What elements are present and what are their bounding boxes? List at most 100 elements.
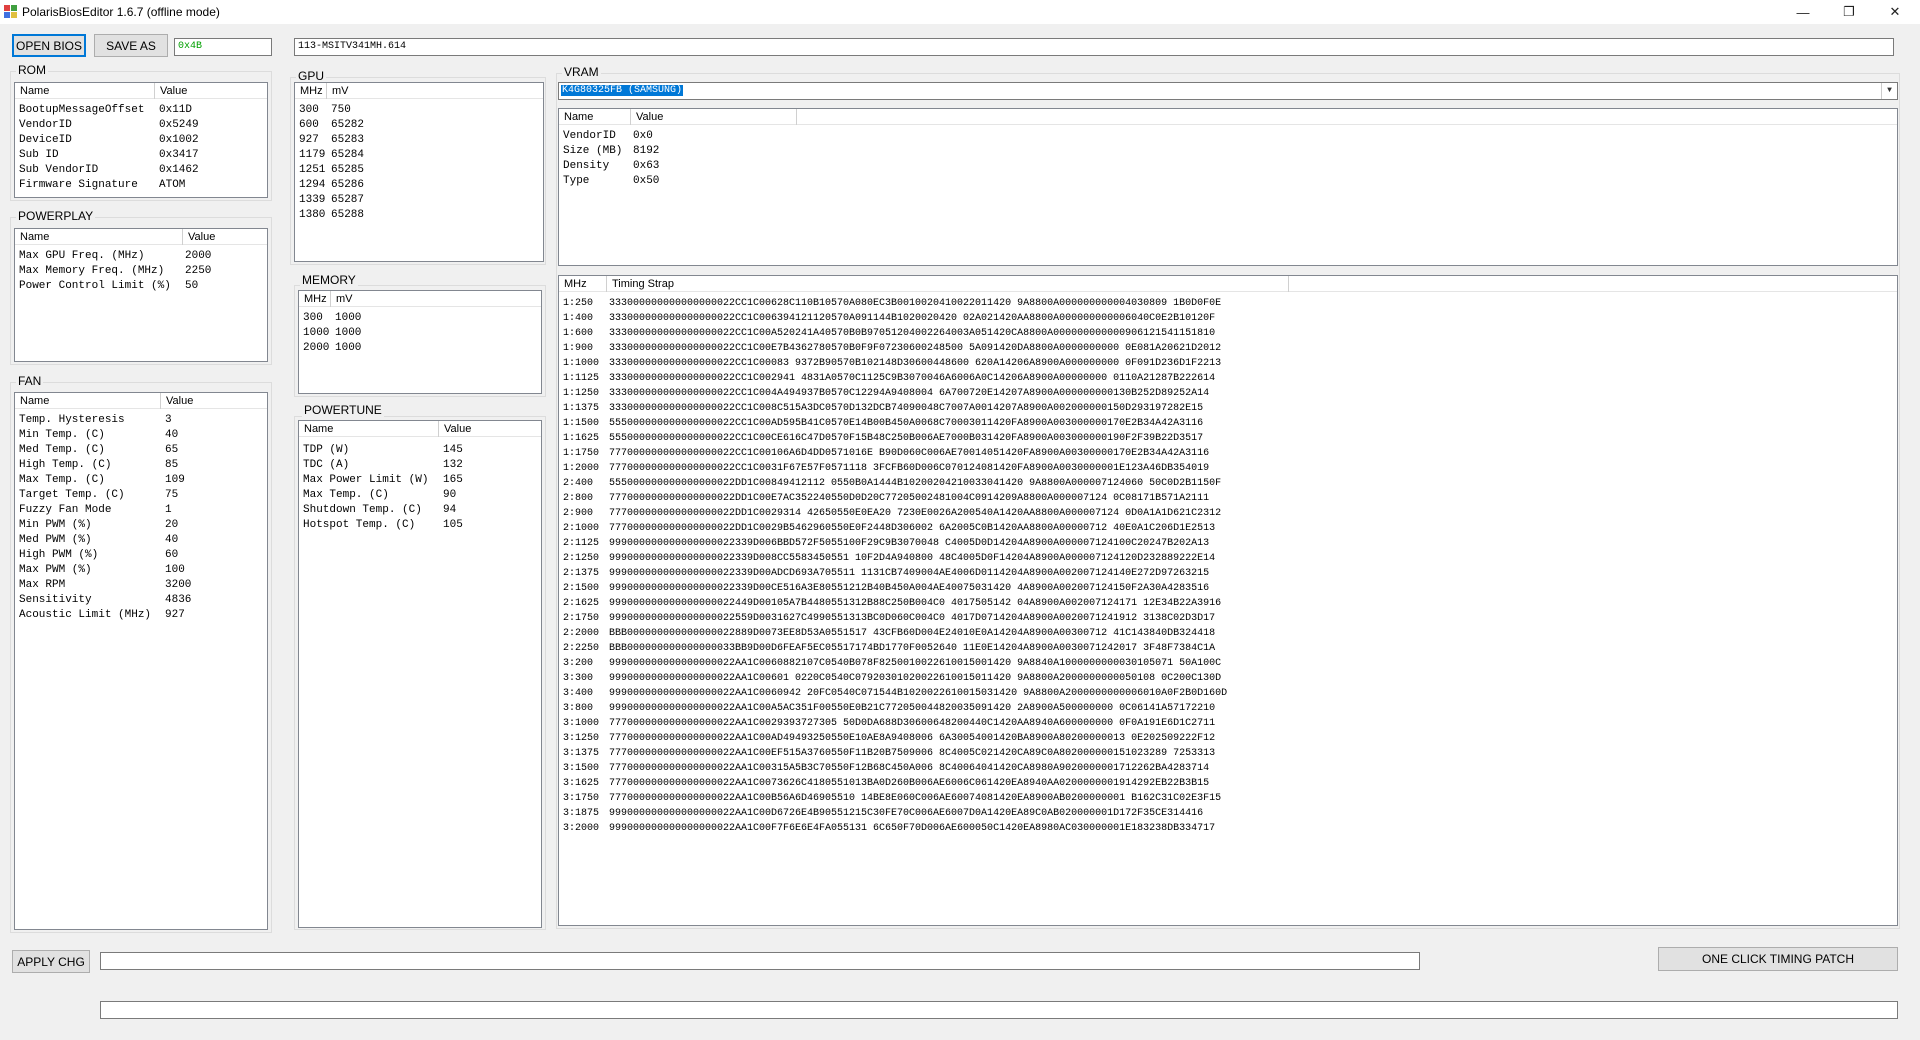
timing-row[interactable]: 3:1375 777000000000000000022AA1C00EF515A3…	[559, 746, 1897, 761]
timing-row[interactable]: 3:200 999000000000000000022AA1C0060882107…	[559, 656, 1897, 671]
timing-row[interactable]: 1:1625 555000000000000000022CC1C00CE616C4…	[559, 431, 1897, 446]
status-field[interactable]	[100, 952, 1420, 970]
timing-row[interactable]: 2:2000 BBB000000000000000022889D0073EE8D5…	[559, 626, 1897, 641]
rom-row[interactable]: Sub ID 0x3417	[15, 148, 267, 163]
rom-row[interactable]: BootupMessageOffset 0x11D	[15, 103, 267, 118]
checksum-field[interactable]: 0x4B	[174, 38, 272, 56]
gpu-col-mv[interactable]: mV	[327, 83, 543, 99]
timing-row[interactable]: 3:1250 777000000000000000022AA1C00AD49493…	[559, 731, 1897, 746]
powertune-row[interactable]: Shutdown Temp. (C) 94	[299, 503, 541, 518]
powerplay-col-name[interactable]: Name	[15, 229, 183, 245]
timing-row[interactable]: 1:1250 333000000000000000022CC1C004A49493…	[559, 386, 1897, 401]
fan-row[interactable]: Max RPM 3200	[15, 578, 267, 593]
vram-row[interactable]: VendorID 0x0	[559, 129, 1897, 144]
gpu-row[interactable]: 1294 65286	[295, 178, 543, 193]
timing-row[interactable]: 3:1750 777000000000000000022AA1C00B56A6D4…	[559, 791, 1897, 806]
fan-list[interactable]: Name Value Temp. Hysteresis 3 Min Temp. (C…	[14, 392, 268, 930]
fan-row[interactable]: Sensitivity 4836	[15, 593, 267, 608]
fan-row[interactable]: Min PWM (%) 20	[15, 518, 267, 533]
timing-row[interactable]: 1:1500 555000000000000000022CC1C00AD595B4…	[559, 416, 1897, 431]
timing-row[interactable]: 2:1250 999000000000000000022339D008CC5583…	[559, 551, 1897, 566]
gpu-row[interactable]: 1179 65284	[295, 148, 543, 163]
timing-row[interactable]: 1:400 333000000000000000022CC1C0063941211…	[559, 311, 1897, 326]
fan-row[interactable]: Med Temp. (C) 65	[15, 443, 267, 458]
timing-row[interactable]: 3:1500 777000000000000000022AA1C00315A5B3…	[559, 761, 1897, 776]
restore-button[interactable]: ❐	[1826, 0, 1872, 24]
powertune-list[interactable]: Name Value TDP (W) 145 TDC (A) 132 Max Power…	[298, 420, 542, 928]
gpu-list[interactable]: MHz mV 300 750 600 65282 927 65283 1179 65284 12…	[294, 82, 544, 262]
rom-col-value[interactable]: Value	[155, 83, 267, 99]
memory-row[interactable]: 1000 1000	[299, 326, 541, 341]
timing-row[interactable]: 2:1750 999000000000000000022559D0031627C4…	[559, 611, 1897, 626]
powertune-row[interactable]: TDC (A) 132	[299, 458, 541, 473]
one-click-timing-patch-button[interactable]: ONE CLICK TIMING PATCH	[1658, 947, 1898, 971]
timing-strap-list[interactable]: MHz Timing Strap 1:250 333000000000000000…	[558, 275, 1898, 926]
gpu-col-mhz[interactable]: MHz	[295, 83, 327, 99]
gpu-row[interactable]: 927 65283	[295, 133, 543, 148]
powertune-row[interactable]: Max Power Limit (W) 165	[299, 473, 541, 488]
vram-row[interactable]: Size (MB) 8192	[559, 144, 1897, 159]
timing-row[interactable]: 2:1000 777000000000000000022DD1C0029B5462…	[559, 521, 1897, 536]
gpu-row[interactable]: 600 65282	[295, 118, 543, 133]
timing-row[interactable]: 3:2000 999000000000000000022AA1C00F7F6E6E…	[559, 821, 1897, 836]
gpu-row[interactable]: 1251 65285	[295, 163, 543, 178]
fan-row[interactable]: Med PWM (%) 40	[15, 533, 267, 548]
gpu-row[interactable]: 1380 65288	[295, 208, 543, 223]
fan-row[interactable]: High Temp. (C) 85	[15, 458, 267, 473]
rom-row[interactable]: VendorID 0x5249	[15, 118, 267, 133]
timing-row[interactable]: 3:800 999000000000000000022AA1C00A5AC351F…	[559, 701, 1897, 716]
rom-col-name[interactable]: Name	[15, 83, 155, 99]
powerplay-row[interactable]: Max GPU Freq. (MHz) 2000	[15, 249, 267, 264]
timing-row[interactable]: 2:1375 999000000000000000022339D00ADCD693…	[559, 566, 1897, 581]
powertune-col-value[interactable]: Value	[439, 421, 541, 437]
powerplay-list[interactable]: Name Value Max GPU Freq. (MHz) 2000 Max Me…	[14, 228, 268, 362]
timing-row[interactable]: 1:1125 333000000000000000022CC1C002941 48…	[559, 371, 1897, 386]
timing-row[interactable]: 1:1000 333000000000000000022CC1C00083 937…	[559, 356, 1897, 371]
rom-list[interactable]: Name Value BootupMessageOffset 0x11D Vendo…	[14, 82, 268, 198]
timing-row[interactable]: 3:1000 777000000000000000022AA1C002939372…	[559, 716, 1897, 731]
timing-col-strap[interactable]: Timing Strap	[607, 276, 1289, 292]
fan-row[interactable]: High PWM (%) 60	[15, 548, 267, 563]
powerplay-col-value[interactable]: Value	[183, 229, 267, 245]
powerplay-row[interactable]: Max Memory Freq. (MHz) 2250	[15, 264, 267, 279]
memory-list[interactable]: MHz mV 300 1000 1000 1000 2000 1000	[298, 290, 542, 394]
fan-row[interactable]: Fuzzy Fan Mode 1	[15, 503, 267, 518]
fan-row[interactable]: Temp. Hysteresis 3	[15, 413, 267, 428]
memory-row[interactable]: 300 1000	[299, 311, 541, 326]
vram-col-name[interactable]: Name	[559, 109, 631, 125]
log-field[interactable]	[100, 1001, 1898, 1019]
vram-row[interactable]: Type 0x50	[559, 174, 1897, 189]
open-bios-button[interactable]: OPEN BIOS	[12, 34, 86, 57]
vram-row[interactable]: Density 0x63	[559, 159, 1897, 174]
timing-row[interactable]: 2:1625 999000000000000000022449D00105A7B4…	[559, 596, 1897, 611]
gpu-row[interactable]: 1339 65287	[295, 193, 543, 208]
timing-row[interactable]: 1:250 333000000000000000022CC1C00628C110B…	[559, 296, 1897, 311]
chevron-down-icon[interactable]: ▼	[1881, 83, 1897, 99]
timing-row[interactable]: 1:1375 333000000000000000022CC1C008C515A3…	[559, 401, 1897, 416]
minimize-button[interactable]: —	[1780, 0, 1826, 24]
powertune-col-name[interactable]: Name	[299, 421, 439, 437]
powerplay-row[interactable]: Power Control Limit (%) 50	[15, 279, 267, 294]
fan-row[interactable]: Min Temp. (C) 40	[15, 428, 267, 443]
vram-col-value[interactable]: Value	[631, 109, 797, 125]
fan-col-name[interactable]: Name	[15, 393, 161, 409]
timing-row[interactable]: 3:1875 999000000000000000022AA1C00D6726E4…	[559, 806, 1897, 821]
powertune-row[interactable]: Hotspot Temp. (C) 105	[299, 518, 541, 533]
timing-row[interactable]: 2:1125 999000000000000000022339D006BBD572…	[559, 536, 1897, 551]
save-as-button[interactable]: SAVE AS	[94, 34, 168, 57]
timing-row[interactable]: 2:800 777000000000000000022DD1C00E7AC3522…	[559, 491, 1897, 506]
close-button[interactable]: ✕	[1872, 0, 1918, 24]
timing-row[interactable]: 1:600 333000000000000000022CC1C00A520241A…	[559, 326, 1897, 341]
vram-select[interactable]: K4G80325FB (SAMSUNG) ▼	[558, 82, 1898, 100]
fan-row[interactable]: Acoustic Limit (MHz) 927	[15, 608, 267, 623]
memory-col-mhz[interactable]: MHz	[299, 291, 331, 307]
timing-row[interactable]: 1:2000 777000000000000000022CC1C0031F67E5…	[559, 461, 1897, 476]
rom-row[interactable]: DeviceID 0x1002	[15, 133, 267, 148]
gpu-row[interactable]: 300 750	[295, 103, 543, 118]
timing-row[interactable]: 2:2250 BBB000000000000000033BB9D00D6FEAF5…	[559, 641, 1897, 656]
bios-name-field[interactable]: 113-MSITV341MH.614	[294, 38, 1894, 56]
timing-row[interactable]: 2:1500 999000000000000000022339D00CE516A3…	[559, 581, 1897, 596]
fan-row[interactable]: Max Temp. (C) 109	[15, 473, 267, 488]
timing-row[interactable]: 1:900 333000000000000000022CC1C00E7B43627…	[559, 341, 1897, 356]
fan-col-value[interactable]: Value	[161, 393, 267, 409]
